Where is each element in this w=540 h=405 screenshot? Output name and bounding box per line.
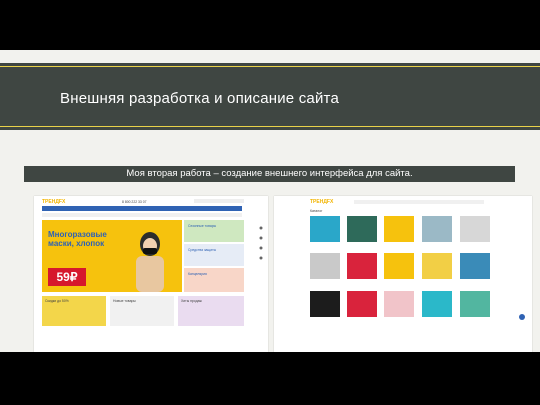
hero-title: Многоразовые маски, хлопок <box>48 230 107 248</box>
product-tile[interactable] <box>460 216 490 242</box>
site-phone: 8 800 222 33 07 <box>122 200 147 204</box>
promo-card[interactable]: Скидки до 50% <box>42 296 106 326</box>
site-logo: ТРЕНДFX <box>42 199 65 205</box>
homepage-screenshot: ТРЕНДFX 8 800 222 33 07 Многоразовые мас… <box>34 196 268 352</box>
search-field[interactable] <box>194 199 244 203</box>
product-tile[interactable] <box>347 216 377 242</box>
side-card-label: Средства защиты <box>188 248 217 252</box>
promo-card-label: Хиты продаж <box>181 299 202 303</box>
section-title: Каталог <box>310 209 323 213</box>
slide-title: Внешняя разработка и описание сайта <box>60 90 339 107</box>
product-tile[interactable] <box>384 216 414 242</box>
pin-icon[interactable] <box>258 218 264 230</box>
product-tile[interactable] <box>422 216 452 242</box>
logo-suffix: FX <box>58 199 66 205</box>
logo-suffix: FX <box>326 199 334 205</box>
pin-icon[interactable] <box>258 248 264 260</box>
site-logo: ТРЕНДFX <box>310 199 333 205</box>
category-strip <box>42 213 242 217</box>
side-card[interactable]: Канцелярия <box>184 268 244 292</box>
side-card-label: Сезонные товары <box>188 224 217 228</box>
logo-text: ТРЕНД <box>310 199 327 205</box>
product-tile[interactable] <box>347 291 377 317</box>
pin-icon[interactable] <box>258 228 264 240</box>
model-photo <box>130 226 170 292</box>
catalog-nav-bar[interactable] <box>42 206 242 211</box>
product-tile[interactable] <box>384 253 414 279</box>
product-tile[interactable] <box>347 253 377 279</box>
product-tile[interactable] <box>422 253 452 279</box>
side-card[interactable]: Средства защиты <box>184 244 244 266</box>
promo-card-label: Скидки до 50% <box>45 299 69 303</box>
slide: Внешняя разработка и описание сайта Моя … <box>0 50 540 352</box>
product-tile[interactable] <box>310 291 340 317</box>
side-card-label: Канцелярия <box>188 272 207 276</box>
chat-icon[interactable] <box>519 314 525 320</box>
product-tile[interactable] <box>422 291 452 317</box>
promo-card-label: Новые товары <box>113 299 136 303</box>
logo-text: ТРЕНД <box>42 199 59 205</box>
product-tile[interactable] <box>310 216 340 242</box>
price-badge: 59₽ <box>48 268 86 286</box>
catalog-nav-bar[interactable] <box>354 200 484 204</box>
hero-banner[interactable]: Многоразовые маски, хлопок 59₽ <box>42 220 182 292</box>
product-tile[interactable] <box>460 291 490 317</box>
product-tile[interactable] <box>310 253 340 279</box>
promo-card[interactable]: Хиты продаж <box>178 296 244 326</box>
catalog-screenshot: ТРЕНДFX Каталог <box>274 196 532 352</box>
pin-icon[interactable] <box>258 238 264 250</box>
side-card[interactable]: Сезонные товары <box>184 220 244 242</box>
product-tile[interactable] <box>384 291 414 317</box>
product-tile[interactable] <box>460 253 490 279</box>
subtitle-bar: Моя вторая работа – создание внешнего ин… <box>24 166 515 182</box>
promo-card[interactable]: Новые товары <box>110 296 174 326</box>
